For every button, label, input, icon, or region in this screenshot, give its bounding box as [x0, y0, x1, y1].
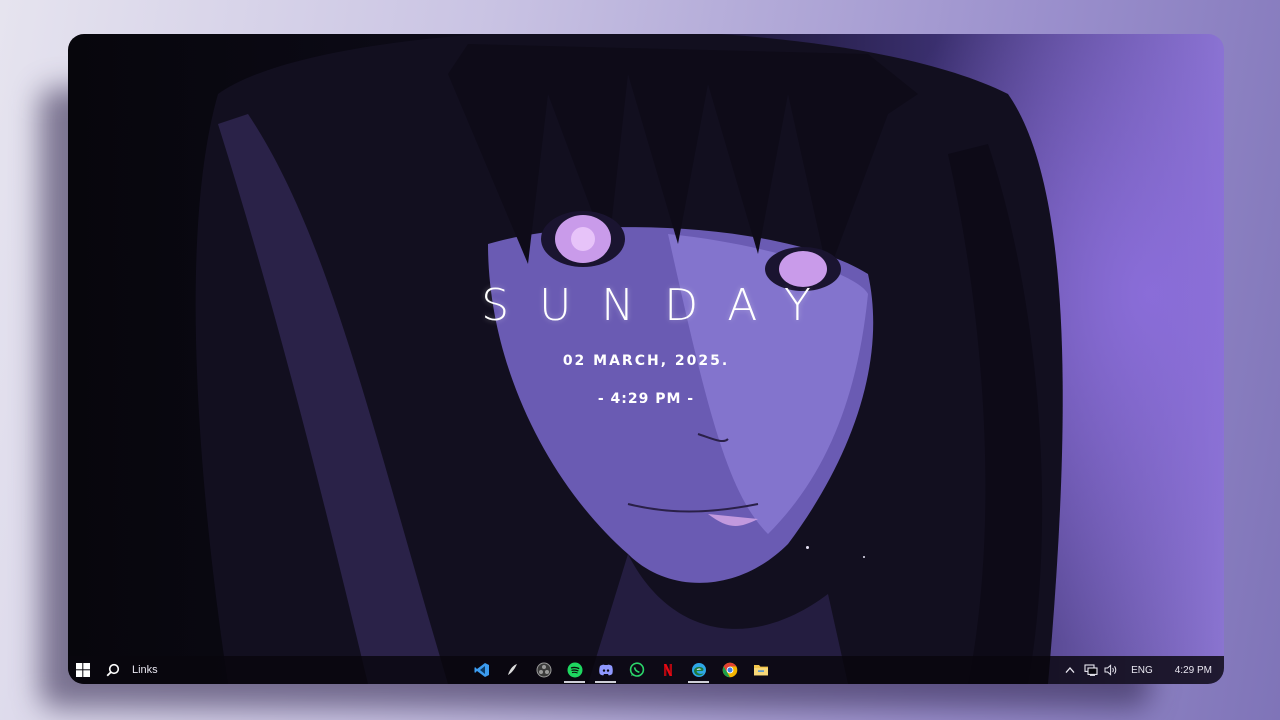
file-explorer-icon [753, 665, 768, 676]
taskbar: Links ENG 4:29 PM [68, 656, 1224, 684]
show-hidden-icons-button[interactable] [1059, 656, 1081, 684]
desktop-dot [863, 556, 865, 558]
links-toolbar[interactable]: Links [132, 664, 158, 676]
netflix-icon [663, 664, 672, 676]
windows-icon [76, 663, 90, 677]
discord-icon [598, 664, 613, 676]
date-label: 02 MARCH, 2025. [562, 353, 730, 369]
taskbar-app-file-explorer[interactable] [745, 656, 776, 684]
taskbar-app-netflix[interactable] [652, 656, 683, 684]
taskbar-app-whatsapp[interactable] [621, 656, 652, 684]
system-tray: ENG 4:29 PM [1059, 656, 1224, 684]
whatsapp-icon [629, 662, 644, 677]
obs-icon [536, 662, 551, 678]
pen-icon [507, 664, 517, 675]
edge-icon [691, 663, 706, 677]
search-icon [106, 663, 120, 677]
language-indicator[interactable]: ENG [1131, 656, 1153, 684]
taskbar-app-discord[interactable] [590, 656, 621, 684]
taskbar-app-chrome[interactable] [714, 656, 745, 684]
network-button[interactable] [1081, 656, 1101, 684]
taskbar-app-vscode[interactable] [466, 656, 497, 684]
start-button[interactable] [68, 656, 98, 684]
taskbar-clock[interactable]: 4:29 PM [1175, 656, 1212, 684]
network-icon [1084, 664, 1098, 676]
chevron-up-icon [1065, 667, 1075, 674]
day-label: SUNDAY [481, 280, 841, 331]
desktop-screen: SUNDAY 02 MARCH, 2025. - 4:29 PM - Links [68, 34, 1224, 684]
spotify-icon [567, 662, 582, 678]
taskbar-app-pen[interactable] [497, 656, 528, 684]
vscode-icon [474, 663, 489, 677]
pinned-apps [466, 656, 776, 684]
taskbar-app-edge[interactable] [683, 656, 714, 684]
lockscreen-clock: SUNDAY 02 MARCH, 2025. - 4:29 PM - [68, 280, 1224, 407]
search-button[interactable] [98, 656, 128, 684]
volume-icon [1104, 664, 1117, 676]
taskbar-app-spotify[interactable] [559, 656, 590, 684]
volume-button[interactable] [1101, 656, 1121, 684]
taskbar-app-obs[interactable] [528, 656, 559, 684]
time-label: - 4:29 PM - [597, 391, 695, 407]
chrome-icon [722, 662, 737, 678]
desktop-dot [806, 546, 809, 549]
